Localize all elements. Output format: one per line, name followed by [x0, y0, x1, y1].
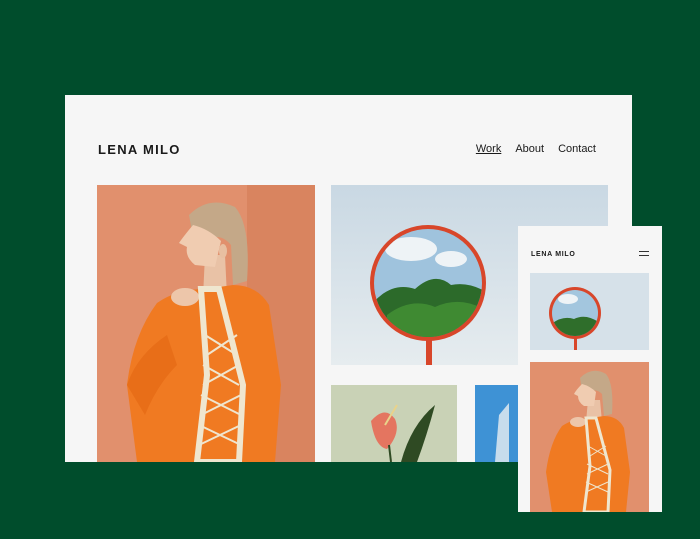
- mobile-mirror-photo[interactable]: [530, 273, 649, 350]
- portrait-photo[interactable]: [97, 185, 315, 462]
- hamburger-menu-icon[interactable]: [639, 251, 649, 257]
- anthurium-photo[interactable]: [331, 385, 457, 462]
- mobile-site-logo[interactable]: LENA MILO: [531, 251, 576, 258]
- main-nav: Work About Contact: [476, 143, 596, 155]
- mobile-page-preview: LENA MILO: [518, 226, 662, 512]
- nav-item-work[interactable]: Work: [476, 143, 501, 155]
- nav-item-contact[interactable]: Contact: [558, 143, 596, 155]
- nav-item-about[interactable]: About: [515, 143, 544, 155]
- site-logo[interactable]: LENA MILO: [98, 142, 181, 157]
- mobile-portrait-photo[interactable]: [530, 362, 649, 512]
